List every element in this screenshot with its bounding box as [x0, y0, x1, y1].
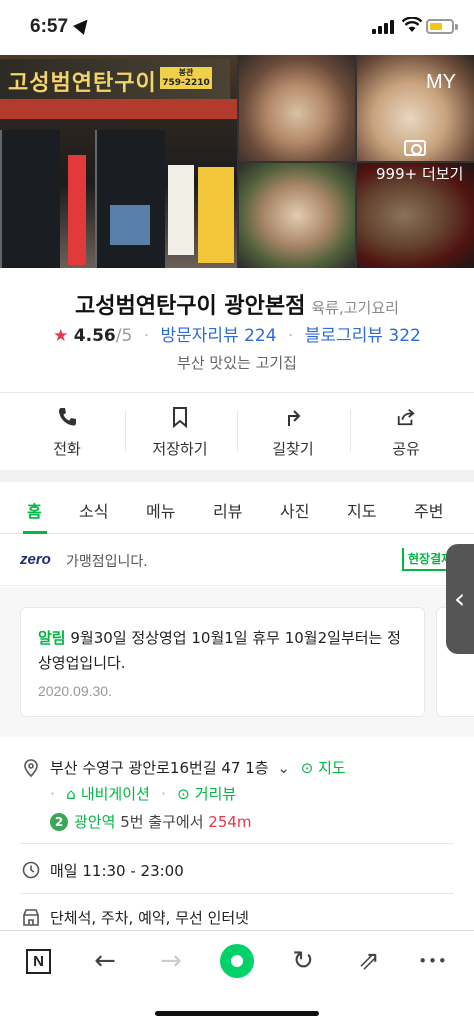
place-header: 고성범연탄구이 광안본점 육류,고기요리	[0, 288, 474, 320]
place-category: 육류,고기요리	[311, 299, 399, 317]
zero-pay-logo: zero	[20, 551, 51, 568]
tab-news[interactable]: 소식	[79, 498, 108, 522]
share-button[interactable]: 공유	[347, 396, 465, 466]
cellular-signal-icon	[372, 20, 396, 34]
store-sign-phone: 봉관 759-2210	[160, 67, 212, 89]
camera-icon	[404, 140, 426, 156]
my-photos-label[interactable]: MY	[426, 71, 456, 94]
home-indicator	[155, 1011, 319, 1016]
battery-icon	[426, 19, 454, 34]
navigation-icon: ⌂	[66, 785, 76, 803]
photos-more-button[interactable]: 999+ 더보기	[376, 163, 463, 184]
navigation-link[interactable]: 내비게이션	[81, 785, 150, 803]
subway-exit: 5번 출구에서	[120, 813, 204, 831]
subway-distance: 254m	[208, 813, 252, 831]
tab-reviews[interactable]: 리뷰	[213, 498, 242, 522]
directions-icon	[288, 410, 301, 426]
side-panel-handle[interactable]: ‹	[446, 544, 474, 654]
zero-pay-banner: zero 가맹점입니다. 현장결제	[0, 534, 474, 586]
directions-button[interactable]: 길찾기	[234, 396, 352, 466]
visitor-reviews-link[interactable]: 방문자리뷰 224	[161, 326, 277, 346]
business-hours[interactable]: 매일 11:30 - 23:00	[50, 860, 184, 881]
wifi-icon	[402, 17, 422, 32]
share-icon	[397, 409, 415, 426]
food-photo[interactable]	[239, 55, 355, 161]
notice-text: 9월30일 정상영업 10월1일 휴무 10월2일부터는 정상영업입니다.	[38, 629, 401, 672]
notice-card[interactable]: 알림 9월30일 정상영업 10월1일 휴무 10월2일부터는 정상영업입니다.…	[20, 607, 425, 717]
blog-reviews-link[interactable]: 블로그리뷰 322	[305, 326, 421, 346]
map-link[interactable]: 지도	[318, 759, 346, 777]
subway-station: 광안역	[74, 813, 116, 831]
food-photo[interactable]	[239, 163, 355, 268]
bookmark-icon	[173, 407, 187, 428]
save-button[interactable]: 저장하기	[121, 396, 239, 466]
notice-tag: 알림	[38, 629, 66, 647]
green-dot-button[interactable]	[220, 944, 254, 978]
store-sign-text: 고성범연탄구이	[8, 71, 157, 96]
refresh-button[interactable]: ↻	[286, 945, 320, 977]
forward-button[interactable]: →	[154, 945, 188, 977]
status-time: 6:57	[30, 16, 69, 37]
map-pin-icon: ⊙	[300, 759, 314, 777]
rating-max: /5	[115, 326, 133, 346]
naver-home-button[interactable]: N	[26, 949, 51, 974]
tab-menu[interactable]: 메뉴	[146, 498, 175, 522]
divider	[0, 392, 474, 393]
tab-photos[interactable]: 사진	[280, 498, 309, 522]
rating-value: 4.56	[73, 326, 116, 346]
call-button[interactable]: 전화	[8, 396, 126, 466]
zero-pay-text: 가맹점입니다.	[66, 554, 148, 570]
share-toolbar-button[interactable]: ⇗	[352, 945, 386, 977]
location-pin-icon	[24, 759, 38, 777]
navigation-links: · ⌂ 내비게이션 · ⊙ 거리뷰	[50, 784, 237, 803]
address-row: 부산 수영구 광안로16번길 47 1층 ⌄ ⊙ 지도	[50, 757, 346, 778]
chevron-left-icon: ‹	[454, 582, 466, 615]
more-button[interactable]: •••	[416, 945, 450, 977]
street-view-link[interactable]: 거리뷰	[195, 785, 236, 803]
street-view-icon: ⊙	[177, 785, 190, 803]
address-text: 부산 수영구 광안로16번길 47 1층	[50, 759, 269, 777]
notice-date: 2020.09.30.	[38, 683, 112, 699]
subway-info: 2 광안역 5번 출구에서 254m	[50, 811, 252, 832]
star-icon: ★	[53, 326, 69, 346]
back-button[interactable]: ←	[88, 945, 122, 977]
tab-bar: 홈 소식 메뉴 리뷰 사진 지도 주변	[0, 482, 474, 534]
subway-line-badge: 2	[50, 813, 68, 831]
facilities: 단체석, 주차, 예약, 무선 인터넷	[50, 909, 249, 927]
tab-map[interactable]: 지도	[347, 498, 376, 522]
rating-row: ★ 4.56/5 · 방문자리뷰 224 · 블로그리뷰 322	[53, 326, 421, 346]
storefront-photo[interactable]: 고성범연탄구이 봉관 759-2210	[0, 55, 237, 268]
tab-nearby[interactable]: 주변	[414, 498, 443, 522]
photo-gallery[interactable]: 고성범연탄구이 봉관 759-2210 MY	[0, 55, 474, 268]
store-icon	[23, 909, 39, 926]
phone-icon	[59, 408, 76, 426]
place-description: 부산 맛있는 고기집	[177, 354, 297, 372]
tab-home[interactable]: 홈	[27, 498, 42, 522]
chevron-down-icon[interactable]: ⌄	[277, 759, 290, 777]
clock-icon	[22, 861, 40, 879]
place-name: 고성범연탄구이 광안본점	[75, 294, 306, 319]
